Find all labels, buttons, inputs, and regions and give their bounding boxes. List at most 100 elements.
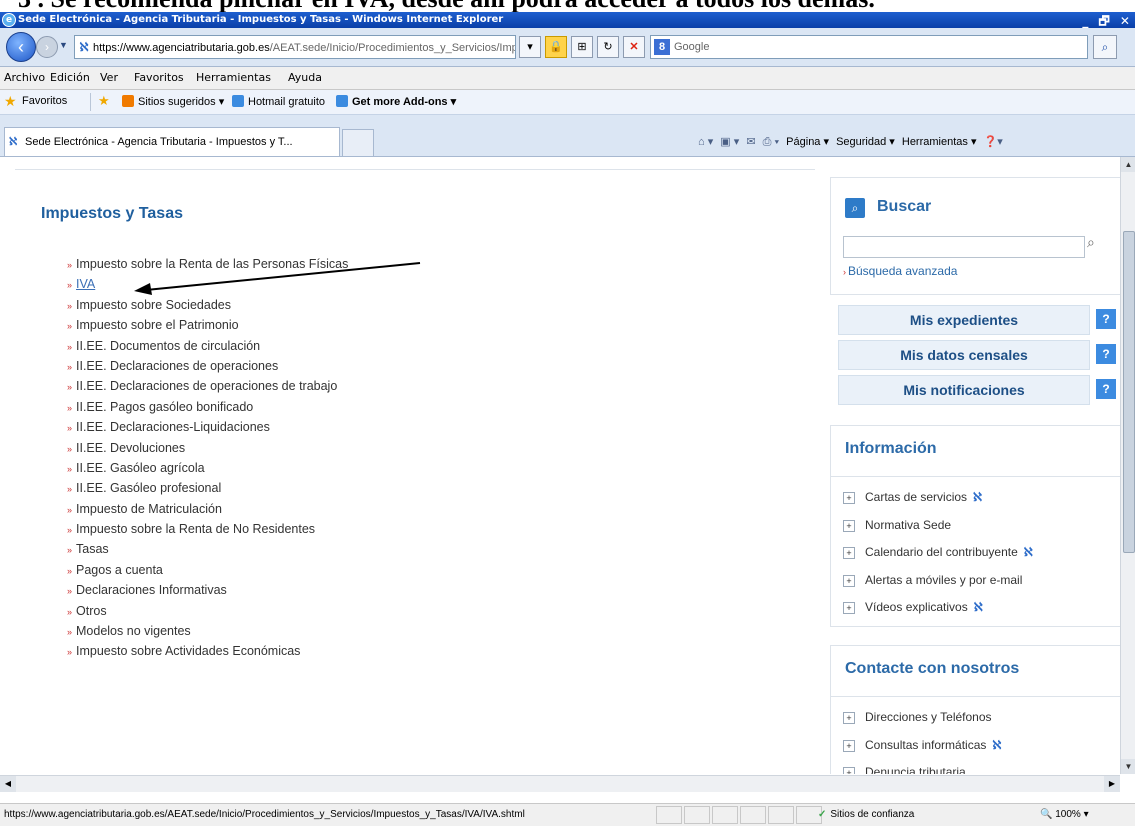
menu-pagina[interactable]: Página ▾: [786, 136, 829, 148]
mis-notificaciones-button[interactable]: Mis notificaciones: [838, 375, 1090, 405]
window-title: Sede Electrónica - Agencia Tributaria - …: [18, 14, 504, 25]
scroll-right-icon[interactable]: ▶: [1104, 776, 1120, 792]
bullet-icon: »: [67, 443, 73, 454]
menu-ayuda[interactable]: Ayuda: [288, 71, 322, 84]
menu-favoritos[interactable]: Favoritos: [134, 71, 184, 84]
stop-icon[interactable]: ✕: [623, 36, 645, 58]
zoom-level[interactable]: 🔍 100% ▾: [1040, 809, 1089, 820]
bullet-icon: »: [67, 545, 73, 556]
menu-archivo[interactable]: Archivo: [4, 71, 45, 84]
feeds-icon[interactable]: ▣ ▾: [720, 136, 739, 148]
scroll-down-icon[interactable]: ▼: [1121, 759, 1135, 774]
tax-link-17[interactable]: » Otros: [67, 604, 348, 624]
help-icon[interactable]: ?: [1096, 309, 1116, 329]
tax-link-5[interactable]: » II.EE. Declaraciones de operaciones: [67, 359, 348, 379]
address-dropdown-button[interactable]: ▾: [519, 36, 541, 58]
plus-icon: +: [843, 712, 855, 724]
plus-icon: +: [843, 519, 855, 532]
menu-edicion[interactable]: Edición: [50, 71, 90, 84]
bullet-icon: »: [67, 606, 73, 617]
bullet-icon: »: [67, 341, 73, 352]
bullet-icon: »: [67, 300, 73, 311]
list-item[interactable]: + Alertas a móviles y por e-mail: [843, 573, 1033, 601]
compatibility-view-icon[interactable]: ⊞: [571, 36, 593, 58]
favorites-button[interactable]: Favoritos: [22, 95, 67, 107]
search-go-icon[interactable]: ⌕: [1087, 234, 1095, 251]
status-url: https://www.agenciatributaria.gob.es/AEA…: [4, 809, 525, 820]
aeat-logo-icon: ℵ: [973, 600, 983, 615]
tax-link-8[interactable]: » II.EE. Declaraciones-Liquidaciones: [67, 420, 348, 440]
list-item[interactable]: + Vídeos explicativos ℵ: [843, 600, 1033, 628]
search-engine-label: Google: [674, 41, 710, 53]
back-button[interactable]: ‹: [6, 32, 36, 62]
list-item[interactable]: + Calendario del contribuyente ℵ: [843, 545, 1033, 573]
menu-herramientas-cmd[interactable]: Herramientas ▾: [902, 136, 977, 148]
tax-link-7[interactable]: » II.EE. Pagos gasóleo bonificado: [67, 400, 348, 420]
plus-icon: +: [843, 602, 855, 615]
search-button[interactable]: ⌕: [1093, 35, 1117, 59]
mis-datos-censales-button[interactable]: Mis datos censales: [838, 340, 1090, 370]
mis-expedientes-button[interactable]: Mis expedientes: [838, 305, 1090, 335]
address-path: /AEAT.sede/Inicio/Procedimientos_y_Servi…: [269, 42, 515, 54]
tax-link-19[interactable]: » Impuesto sobre Actividades Económicas: [67, 644, 348, 664]
scroll-thumb[interactable]: [1123, 231, 1135, 553]
tax-link-18[interactable]: » Modelos no vigentes: [67, 624, 348, 644]
bullet-icon: »: [67, 423, 73, 434]
divider: [15, 169, 815, 170]
tax-link-9[interactable]: » II.EE. Devoluciones: [67, 441, 348, 461]
add-favorite-icon[interactable]: ★: [98, 93, 110, 109]
tab-active[interactable]: ℵ Sede Electrónica - Agencia Tributaria -…: [4, 127, 340, 156]
address-bar[interactable]: ℵ https://www.agenciatributaria.gob.es/AE…: [74, 35, 516, 59]
print-icon[interactable]: ⎙ ▾: [763, 136, 779, 148]
aeat-site-icon: ℵ: [79, 40, 89, 54]
tax-link-6[interactable]: » II.EE. Declaraciones de operaciones de …: [67, 379, 348, 399]
horizontal-scrollbar[interactable]: ◀ ▶: [0, 775, 1120, 792]
fav-get-more-addons[interactable]: Get more Add-ons ▾: [336, 95, 456, 108]
navigation-bar: ‹ › ▼ ℵ https://www.agenciatributaria.gob…: [0, 28, 1135, 67]
vertical-scrollbar[interactable]: ▲ ▼: [1120, 157, 1135, 774]
annotation-arrow: [134, 262, 421, 295]
tax-link-2[interactable]: » Impuesto sobre Sociedades: [67, 298, 348, 318]
tax-link-11[interactable]: » II.EE. Gasóleo profesional: [67, 481, 348, 501]
refresh-icon[interactable]: ↻: [597, 36, 619, 58]
divider: [90, 93, 91, 111]
list-item[interactable]: + Consultas informáticas ℵ: [843, 738, 1030, 766]
lock-icon[interactable]: 🔒: [545, 36, 567, 58]
home-icon[interactable]: ⌂ ▾: [698, 136, 713, 148]
fav-hotmail[interactable]: Hotmail gratuito: [232, 95, 325, 108]
advanced-search-link[interactable]: › Búsqueda avanzada: [843, 264, 957, 278]
scroll-up-icon[interactable]: ▲: [1121, 157, 1135, 172]
help-icon[interactable]: ❓▾: [984, 136, 1003, 148]
forward-button[interactable]: ›: [36, 36, 58, 58]
tax-link-14[interactable]: » Tasas: [67, 542, 348, 562]
scroll-left-icon[interactable]: ◀: [0, 776, 16, 792]
mail-icon[interactable]: ✉: [746, 136, 755, 148]
tax-link-4[interactable]: » II.EE. Documentos de circulación: [67, 339, 348, 359]
search-input[interactable]: 8 Google: [650, 35, 1088, 59]
tax-link-15[interactable]: » Pagos a cuenta: [67, 563, 348, 583]
list-item[interactable]: + Normativa Sede: [843, 518, 1033, 546]
tax-link-16[interactable]: » Declaraciones Informativas: [67, 583, 348, 603]
history-dropdown-icon[interactable]: ▼: [59, 40, 68, 50]
security-zone[interactable]: ✓ Sitios de confianza: [818, 809, 914, 820]
menu-herramientas[interactable]: Herramientas: [196, 71, 271, 84]
new-tab-button[interactable]: [342, 129, 374, 156]
help-icon[interactable]: ?: [1096, 344, 1116, 364]
tax-link-3[interactable]: » Impuesto sobre el Patrimonio: [67, 318, 348, 338]
list-item[interactable]: + Direcciones y Teléfonos: [843, 710, 1030, 738]
list-item[interactable]: + Denuncia tributaria: [843, 765, 1030, 774]
favorites-star-icon[interactable]: ★: [4, 93, 17, 110]
status-cells: [656, 806, 824, 827]
help-icon[interactable]: ?: [1096, 379, 1116, 399]
bullet-icon: »: [67, 525, 73, 536]
information-title: Información: [845, 440, 937, 457]
site-search-input[interactable]: [843, 236, 1085, 258]
menu-seguridad[interactable]: Seguridad ▾: [836, 136, 895, 148]
menu-ver[interactable]: Ver: [100, 71, 118, 84]
aeat-logo-icon: ℵ: [1023, 545, 1033, 560]
tax-link-10[interactable]: » II.EE. Gasóleo agrícola: [67, 461, 348, 481]
tax-link-12[interactable]: » Impuesto de Matriculación: [67, 502, 348, 522]
tax-link-13[interactable]: » Impuesto sobre la Renta de No Residente…: [67, 522, 348, 542]
list-item[interactable]: + Cartas de servicios ℵ: [843, 490, 1033, 518]
fav-suggested-sites[interactable]: Sitios sugeridos ▾: [122, 95, 224, 108]
